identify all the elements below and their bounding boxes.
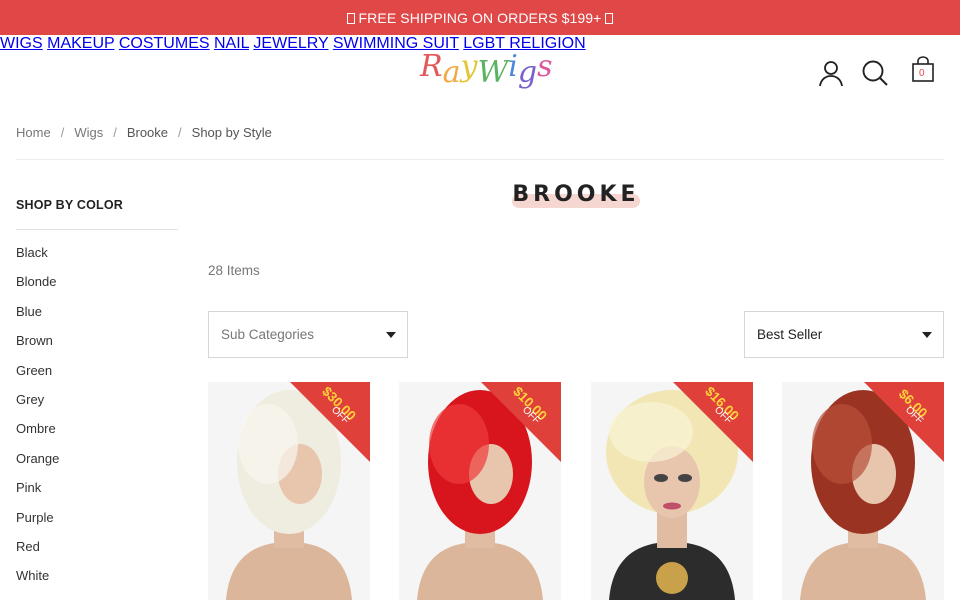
cart-count: 0	[919, 68, 925, 79]
nav-wigs[interactable]: WIGS	[0, 35, 43, 52]
color-filter-red[interactable]: Red	[16, 539, 59, 568]
logo-letter: g	[517, 55, 538, 90]
color-filter-purple[interactable]: Purple	[16, 510, 59, 539]
nav-costumes[interactable]: COSTUMES	[119, 35, 210, 52]
color-filter-grey[interactable]: Grey	[16, 392, 59, 421]
discount-ribbon: $16.00 OFF	[673, 382, 753, 462]
nav-nail[interactable]: NAIL	[214, 35, 249, 52]
color-filter-green[interactable]: Green	[16, 363, 59, 392]
color-filter-ombre[interactable]: Ombre	[16, 421, 59, 450]
page-title: BROOKE	[512, 182, 640, 207]
promo-text: FREE SHIPPING ON ORDERS $199+	[358, 9, 602, 26]
promo-banner: FREE SHIPPING ON ORDERS $199+	[0, 0, 960, 35]
discount-ribbon: $6.00 OFF	[864, 382, 944, 462]
logo-letter: R	[420, 49, 443, 84]
product-card[interactable]: $10.00 OFF	[399, 382, 561, 600]
page-title-block: BROOKE	[510, 180, 642, 210]
product-card[interactable]: $6.00 OFF	[782, 382, 944, 600]
nav-makeup[interactable]: MAKEUP	[47, 35, 114, 52]
sidebar-divider	[16, 229, 178, 230]
sort-selected-label: Best Seller	[757, 327, 823, 342]
logo-letter: i	[508, 49, 518, 84]
nav-jewelry[interactable]: JEWELRY	[253, 35, 328, 52]
gift-icon	[346, 13, 355, 24]
color-filter-list: Black Blonde Blue Brown Green Grey Ombre…	[16, 245, 59, 598]
header-divider	[16, 159, 944, 160]
sort-select[interactable]: Best Seller	[744, 311, 944, 358]
item-count: 28 Items	[208, 263, 260, 278]
breadcrumb-brooke[interactable]: Brooke	[127, 125, 168, 140]
breadcrumb-home[interactable]: Home	[16, 125, 51, 140]
color-filter-orange[interactable]: Orange	[16, 451, 59, 480]
color-filter-brown[interactable]: Brown	[16, 333, 59, 362]
sub-categories-select[interactable]: Sub Categories	[208, 311, 408, 358]
chevron-down-icon	[922, 332, 932, 338]
search-icon[interactable]	[861, 59, 889, 87]
shopping-bag-icon[interactable]: 0	[910, 56, 938, 84]
discount-ribbon: $30.00 OFF	[290, 382, 370, 462]
sidebar-title: SHOP BY COLOR	[16, 198, 124, 212]
site-header: RayWigs WIGS MAKEUP COSTUMES NAIL JEWELR…	[0, 35, 960, 107]
breadcrumb-shop-by-style: Shop by Style	[191, 125, 272, 140]
product-card[interactable]: $30.00 OFF	[208, 382, 370, 600]
chevron-down-icon	[386, 332, 396, 338]
logo-letter: s	[537, 49, 553, 84]
logo-letter: y	[460, 49, 478, 84]
user-icon[interactable]	[817, 59, 845, 87]
breadcrumb: Home / Wigs / Brooke / Shop by Style	[16, 125, 272, 140]
color-filter-blonde[interactable]: Blonde	[16, 274, 59, 303]
discount-ribbon: $10.00 OFF	[481, 382, 561, 462]
gift-icon	[605, 13, 614, 24]
breadcrumb-wigs[interactable]: Wigs	[74, 125, 103, 140]
logo-letter: W	[477, 55, 509, 90]
sub-categories-label: Sub Categories	[221, 327, 315, 342]
color-filter-blue[interactable]: Blue	[16, 304, 59, 333]
color-filter-black[interactable]: Black	[16, 245, 59, 274]
color-filter-pink[interactable]: Pink	[16, 480, 59, 509]
color-filter-white[interactable]: White	[16, 568, 59, 597]
logo-letter: a	[442, 55, 461, 90]
product-card[interactable]: $16.00 OFF	[591, 382, 753, 600]
brand-logo[interactable]: RayWigs	[420, 49, 553, 90]
